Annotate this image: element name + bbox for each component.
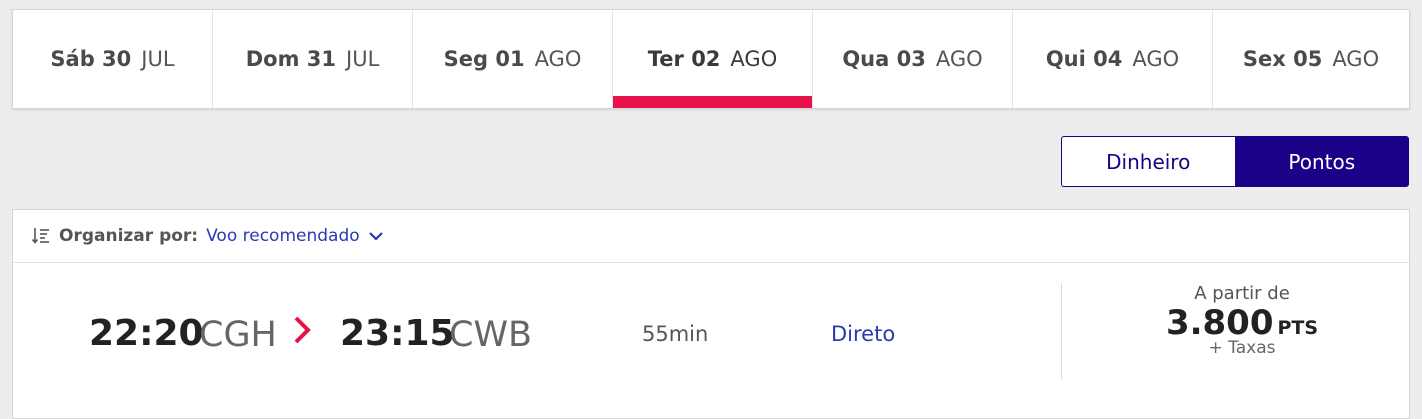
date-tab-qui-04[interactable]: Qui 04 AGO [1013,10,1213,108]
date-tab-month: AGO [730,47,778,71]
sort-value: Voo recomendado [206,226,360,246]
date-tab-day: Ter 02 [647,47,721,71]
sort-icon [31,228,49,244]
price-unit: PTS [1277,317,1319,339]
date-tab-month: AGO [534,47,582,71]
date-tab-month: JUL [141,47,175,71]
date-tab-month: AGO [1132,47,1180,71]
flight-duration: 55min [642,322,709,346]
date-tab-seg-01[interactable]: Seg 01 AGO [413,10,613,108]
currency-toggle: Dinheiro Pontos [1061,136,1409,187]
arrival-airport: CWB [449,315,533,355]
date-tab-month: AGO [935,47,983,71]
date-tab-day: Sex 05 [1242,47,1323,71]
stops-link[interactable]: Direto [831,322,895,346]
price-tax-label: + Taxas [1208,338,1276,358]
points-option-button[interactable]: Pontos [1234,136,1409,187]
date-tab-day: Seg 01 [443,47,525,71]
date-selector: Sáb 30 JUL Dom 31 JUL Seg 01 AGO Ter 02 … [12,9,1410,109]
price-amount: 3.800 [1165,303,1274,343]
divider [1061,283,1062,379]
sort-dropdown[interactable]: Voo recomendado [206,226,384,246]
departure-airport: CGH [199,315,277,355]
date-tab-day: Dom 31 [245,47,336,71]
flight-row[interactable]: 22:20 CGH 23:15 CWB 55min Direto A parti… [13,263,1409,403]
sort-label: Organizar por: [59,226,199,246]
chevron-right-icon [294,316,311,344]
date-tab-day: Qui 04 [1045,47,1123,71]
money-option-button[interactable]: Dinheiro [1061,136,1235,187]
price-box[interactable]: A partir de 3.800 PTS + Taxas [1073,283,1411,358]
departure-time: 22:20 [89,313,204,354]
chevron-down-icon [368,232,383,241]
date-tab-dom-31[interactable]: Dom 31 JUL [213,10,413,108]
date-tab-ter-02-selected[interactable]: Ter 02 AGO [613,10,813,108]
arrival-time: 23:15 [340,313,455,354]
date-tab-month: JUL [346,47,380,71]
date-tab-sab-30[interactable]: Sáb 30 JUL [13,10,213,108]
price-from-label: A partir de [1194,283,1290,304]
date-tab-month: AGO [1332,47,1380,71]
date-tab-day: Qua 03 [842,47,926,71]
sort-bar: Organizar por: Voo recomendado [13,210,1409,263]
flight-results: Organizar por: Voo recomendado 22:20 CGH… [12,209,1410,419]
date-tab-qua-03[interactable]: Qua 03 AGO [813,10,1013,108]
date-tab-day: Sáb 30 [50,47,132,71]
date-tab-sex-05[interactable]: Sex 05 AGO [1213,10,1409,108]
